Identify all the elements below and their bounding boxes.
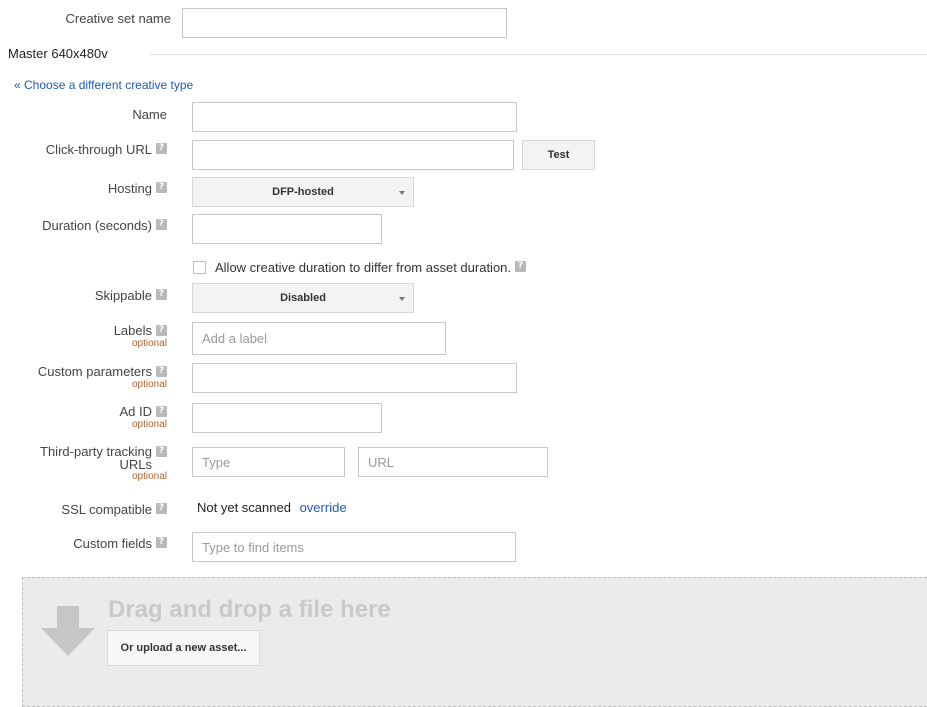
- test-url-button[interactable]: Test: [522, 140, 595, 170]
- help-icon[interactable]: ?: [156, 289, 167, 300]
- allow-duration-label[interactable]: Allow creative duration to differ from a…: [215, 260, 511, 275]
- duration-input[interactable]: [192, 214, 382, 244]
- help-icon[interactable]: ?: [156, 537, 167, 548]
- labels-label-row: Labels? optional: [114, 324, 167, 349]
- help-icon[interactable]: ?: [515, 261, 527, 272]
- labels-label: Labels: [113, 323, 152, 338]
- help-icon[interactable]: ?: [156, 446, 167, 457]
- file-drop-zone[interactable]: Drag and drop a file here Or upload a ne…: [22, 577, 927, 707]
- help-icon[interactable]: ?: [156, 325, 167, 336]
- help-icon[interactable]: ?: [156, 366, 167, 377]
- name-label: Name: [132, 107, 167, 122]
- third-party-tracking-label-line2: URLs: [119, 457, 152, 472]
- help-icon[interactable]: ?: [156, 143, 167, 154]
- optional-tag: optional: [131, 338, 167, 349]
- ssl-status-text: Not yet scanned: [197, 500, 291, 515]
- name-input[interactable]: [192, 102, 517, 132]
- dropdown-arrow-icon: [399, 297, 405, 301]
- optional-tag: optional: [131, 419, 167, 430]
- hosting-selected-value: DFP-hosted: [272, 186, 334, 198]
- custom-fields-input[interactable]: [192, 532, 516, 562]
- ssl-status-row: Not yet scanned override: [197, 500, 347, 515]
- tracking-type-input[interactable]: [192, 447, 345, 477]
- skippable-selected-value: Disabled: [280, 292, 326, 304]
- tracking-url-input[interactable]: [358, 447, 548, 477]
- creative-set-name-label: Creative set name: [65, 11, 172, 26]
- click-through-url-label: Click-through URL: [45, 142, 152, 157]
- allow-duration-checkbox[interactable]: [193, 261, 206, 274]
- custom-parameters-label-row: Custom parameters? optional: [38, 365, 167, 390]
- duration-label: Duration (seconds): [42, 218, 152, 233]
- ssl-override-link[interactable]: override: [300, 500, 347, 515]
- help-icon[interactable]: ?: [156, 406, 167, 417]
- optional-tag: optional: [131, 379, 167, 390]
- drop-zone-title: Drag and drop a file here: [108, 596, 391, 623]
- hosting-label: Hosting: [107, 181, 152, 196]
- custom-fields-label: Custom fields: [73, 536, 152, 551]
- custom-parameters-input[interactable]: [192, 363, 517, 393]
- upload-new-asset-button[interactable]: Or upload a new asset...: [107, 630, 260, 666]
- allow-duration-row: Allow creative duration to differ from a…: [215, 260, 527, 275]
- optional-tag: optional: [131, 471, 167, 482]
- ad-id-label-row: Ad ID? optional: [119, 405, 167, 430]
- third-party-tracking-label-row: Third-party tracking? URLs optional: [40, 445, 167, 482]
- section-title: Master 640x480v: [8, 46, 108, 61]
- ssl-compatible-label: SSL compatible: [61, 502, 152, 517]
- duration-label-row: Duration (seconds)?: [42, 218, 167, 233]
- click-through-url-label-row: Click-through URL?: [46, 142, 167, 157]
- custom-fields-label-row: Custom fields?: [73, 536, 167, 551]
- ad-id-label: Ad ID: [119, 404, 152, 419]
- labels-input[interactable]: [192, 322, 446, 355]
- skippable-select[interactable]: Disabled: [192, 283, 414, 313]
- download-arrow-icon: [41, 606, 95, 656]
- custom-parameters-label: Custom parameters: [37, 364, 152, 379]
- click-through-url-input[interactable]: [192, 140, 514, 170]
- skippable-label: Skippable: [94, 288, 152, 303]
- ad-id-input[interactable]: [192, 403, 382, 433]
- hosting-select[interactable]: DFP-hosted: [192, 177, 414, 207]
- dropdown-arrow-icon: [399, 191, 405, 195]
- help-icon[interactable]: ?: [156, 182, 167, 193]
- choose-different-creative-type-link[interactable]: « Choose a different creative type: [14, 78, 193, 92]
- help-icon[interactable]: ?: [156, 219, 167, 230]
- hosting-label-row: Hosting?: [108, 181, 167, 196]
- help-icon[interactable]: ?: [156, 503, 167, 514]
- section-divider: [150, 54, 927, 55]
- creative-set-name-input[interactable]: [182, 8, 507, 38]
- skippable-label-row: Skippable?: [95, 288, 167, 303]
- ssl-compatible-label-row: SSL compatible?: [61, 502, 167, 517]
